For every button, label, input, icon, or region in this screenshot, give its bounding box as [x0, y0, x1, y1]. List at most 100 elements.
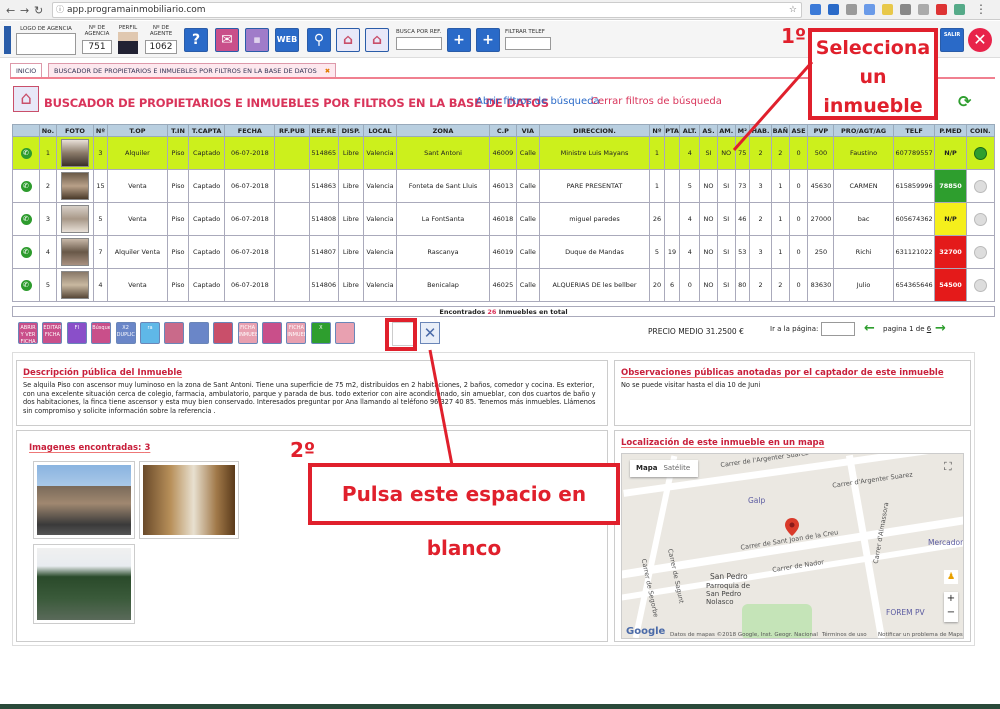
whatsapp-icon[interactable]: ✆ [20, 180, 32, 192]
goto-page-input[interactable] [821, 322, 855, 336]
note-icon[interactable] [882, 4, 893, 15]
column-header[interactable]: DIRECCION. [538, 124, 651, 137]
action-ficha-inmueble-2-icon[interactable]: FICHA INMUEBLE [286, 322, 307, 344]
satellite-button[interactable]: Satélite [663, 464, 690, 472]
column-header[interactable]: LOCAL [362, 124, 398, 137]
column-header[interactable]: ZONA [396, 124, 490, 137]
open-filters-link[interactable]: Abrir filtros de búsqueda [476, 96, 600, 107]
map-report-link[interactable]: Notificar un problema de Maps [878, 632, 963, 638]
table-row[interactable]: ✆ 3 5 Venta Piso Captado 06-07-2018 514808 Libre… [11, 202, 996, 236]
column-header[interactable]: AM. [716, 124, 736, 137]
download-icon[interactable] [828, 4, 839, 15]
whatsapp-icon[interactable]: ✆ [20, 279, 32, 291]
pegman-icon[interactable]: ♟ [944, 570, 958, 584]
info-icon[interactable]: ⓘ [56, 3, 64, 17]
url-bar[interactable]: ⓘ app.programainmobiliario.com ☆ [52, 2, 802, 18]
column-header[interactable]: No. [39, 124, 57, 137]
column-header[interactable]: AS. [699, 124, 718, 137]
map-terms-link[interactable]: Términos de uso [822, 632, 867, 638]
column-header[interactable]: VIA [515, 124, 540, 137]
column-header[interactable]: T.CAPTA [187, 124, 226, 137]
help-icon[interactable]: ? [184, 28, 208, 52]
action-fotos-icon[interactable] [262, 322, 282, 344]
owner-search-icon[interactable]: + [476, 28, 500, 52]
property-image-1[interactable] [33, 461, 135, 539]
column-header[interactable]: Nº [93, 124, 108, 137]
column-header[interactable]: ALT. [679, 124, 701, 137]
page-total[interactable]: 6 [927, 325, 931, 333]
forward-icon[interactable]: → [20, 4, 29, 17]
action-ficha-inmueble-icon[interactable]: FICHA INMUEBLE [237, 322, 258, 344]
column-header[interactable] [11, 124, 41, 137]
action-ficha-icon[interactable]: FI [66, 322, 87, 344]
column-header[interactable]: ASE [788, 124, 809, 137]
column-header[interactable]: PTA [663, 124, 681, 137]
menu-icon[interactable]: ⋮ [975, 2, 987, 16]
search-ref-input[interactable] [396, 37, 442, 50]
zoom-in-icon[interactable]: + [944, 592, 958, 606]
tab-close-icon[interactable]: ✖ [325, 67, 330, 75]
table-row[interactable]: ✆ 2 15 Venta Piso Captado 06-07-2018 514863 Libr… [11, 169, 996, 203]
agenda-icon[interactable]: ▦ [245, 28, 269, 52]
cast-icon[interactable] [918, 4, 929, 15]
property-thumbnail[interactable] [60, 238, 89, 266]
column-header[interactable]: T.OP [106, 124, 169, 137]
column-header[interactable]: P.MED [934, 124, 967, 137]
property-image-3[interactable] [33, 544, 135, 624]
action-ra-icon[interactable]: ra [140, 322, 160, 344]
extension-icon[interactable] [810, 4, 821, 15]
mail-icon[interactable]: ✉ [215, 28, 239, 52]
action-inmuebles-icon[interactable] [164, 322, 185, 344]
column-header[interactable]: Nº [649, 124, 665, 137]
coincidence-icon[interactable] [973, 146, 987, 160]
tab-buscador[interactable]: BUSCADOR DE PROPIETARIOS E INMUEBLES POR… [48, 63, 337, 78]
action-enviar-icon[interactable] [188, 322, 209, 344]
close-icon[interactable]: ✕ [968, 28, 992, 52]
column-header[interactable]: BAÑ [770, 124, 790, 137]
action-editar-ficha-icon[interactable]: EDITAR FICHA [42, 322, 63, 344]
side-tab[interactable] [4, 26, 11, 54]
refresh-icon[interactable]: ⟳ [958, 92, 971, 111]
coincidence-icon[interactable] [973, 245, 987, 259]
add-owner-icon[interactable]: + [447, 28, 471, 52]
exit-label-button[interactable]: SALIR [940, 28, 964, 52]
property-thumbnail[interactable] [60, 271, 89, 299]
search-icon[interactable]: ⚲ [307, 28, 331, 52]
property-thumbnail[interactable] [60, 139, 89, 167]
add-property-icon[interactable]: ⌂ [336, 28, 360, 52]
star-icon[interactable]: ☆ [789, 3, 797, 17]
column-header[interactable]: FOTO [55, 124, 95, 137]
action-busqueda-icon[interactable]: Búsqueda [91, 322, 112, 344]
map-button[interactable]: Mapa [630, 464, 663, 472]
action-excel-icon[interactable]: X [310, 322, 331, 344]
next-page-icon[interactable]: → [935, 321, 946, 336]
screenshot-icon[interactable] [864, 4, 875, 15]
extension-red-icon[interactable] [936, 4, 947, 15]
property-image-2[interactable] [139, 461, 239, 539]
tab-inicio[interactable]: INICIO [10, 63, 43, 78]
settings-icon[interactable] [900, 4, 911, 15]
action-imprimir-icon[interactable] [213, 322, 234, 344]
fullscreen-icon[interactable]: ⛶ [944, 460, 952, 474]
column-header[interactable]: RF.PUB [274, 124, 310, 137]
table-row[interactable]: ✆ 1 3 Alquiler Piso Captado 06-07-2018 514865 Li… [11, 136, 996, 170]
zoom-out-icon[interactable]: − [944, 606, 958, 620]
column-header[interactable]: M² [734, 124, 751, 137]
column-header[interactable]: PRO/AGT/AG [833, 124, 894, 137]
web-button[interactable]: WEB [275, 28, 299, 52]
clear-icon[interactable]: ✕ [420, 322, 440, 344]
column-header[interactable]: REF.RE [308, 124, 339, 137]
property-search-icon[interactable]: ⌂ [365, 28, 389, 52]
table-row[interactable]: ✆ 5 4 Venta Piso Captado 06-07-2018 514806 Libre… [11, 268, 996, 302]
column-header[interactable]: TELF [892, 124, 936, 137]
action-abrir-ver-ficha-icon[interactable]: ABRIR Y VER FICHA [18, 322, 38, 344]
reload-icon[interactable]: ↻ [34, 4, 43, 17]
map-canvas[interactable]: Mapa Satélite ⛶ Carrer de l'Argenter Suár… [621, 453, 964, 639]
column-header[interactable]: FECHA [224, 124, 276, 137]
coincidence-icon[interactable] [973, 278, 987, 292]
profile-avatar[interactable] [118, 32, 138, 54]
prev-page-icon[interactable]: ← [864, 321, 875, 336]
recycle-icon[interactable] [846, 4, 857, 15]
table-row[interactable]: ✆ 4 7 Alquiler Venta Piso Captado 06-07-2018 51… [11, 235, 996, 269]
column-header[interactable]: T.IN [167, 124, 189, 137]
